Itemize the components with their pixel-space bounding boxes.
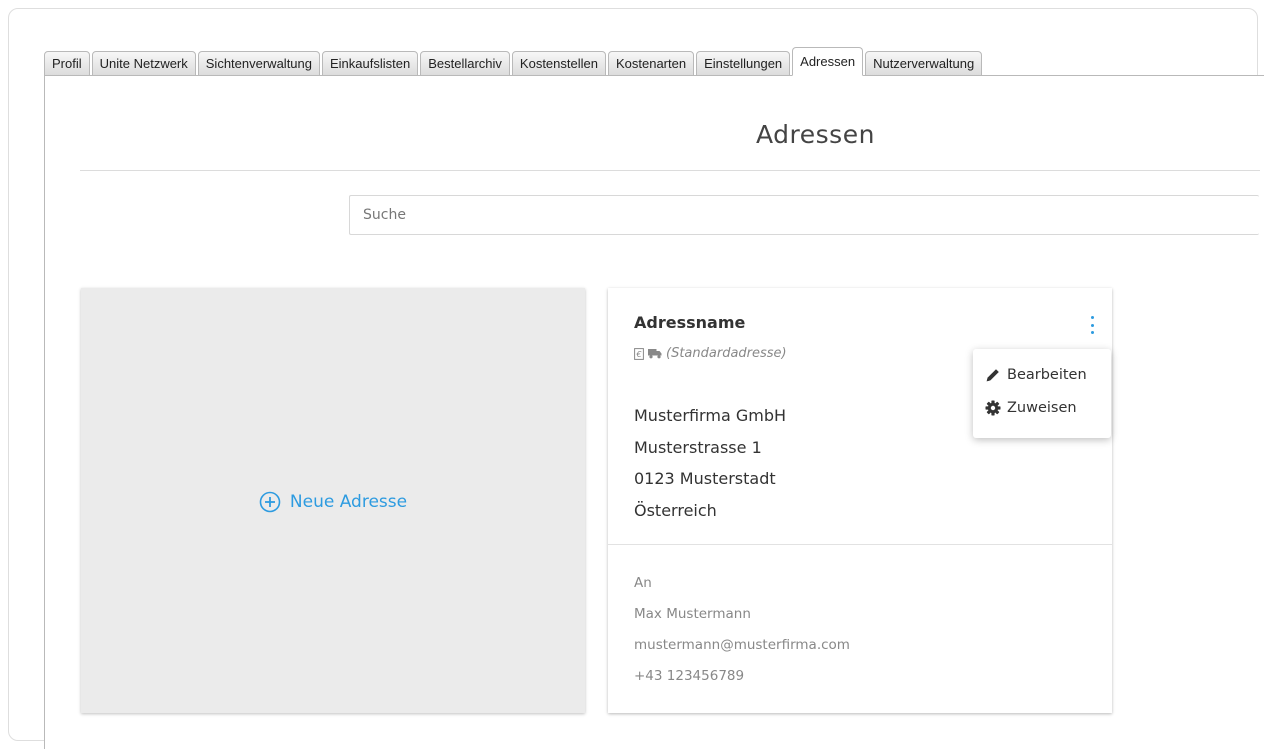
assign-menu-item[interactable]: Zuweisen bbox=[973, 391, 1111, 424]
attention-label: An bbox=[634, 575, 652, 591]
assign-menu-label: Zuweisen bbox=[1007, 399, 1077, 416]
invoice-icon: € bbox=[634, 347, 644, 360]
card-divider bbox=[608, 544, 1112, 545]
edit-menu-label: Bearbeiten bbox=[1007, 366, 1087, 383]
search-input[interactable] bbox=[349, 195, 1259, 235]
tab-nutzerverwaltung[interactable]: Nutzerverwaltung bbox=[865, 51, 983, 76]
tab-unite-netzwerk[interactable]: Unite Netzwerk bbox=[91, 51, 196, 76]
address-city: 0123 Musterstadt bbox=[634, 469, 776, 488]
new-address-button[interactable]: Neue Adresse bbox=[259, 491, 407, 513]
address-lines: Musterfirma GmbH Musterstrasse 1 0123 Mu… bbox=[634, 400, 786, 526]
tab-adressen[interactable]: Adressen bbox=[792, 47, 864, 76]
edit-menu-item[interactable]: Bearbeiten bbox=[973, 358, 1111, 391]
tab-sichtenverwaltung[interactable]: Sichtenverwaltung bbox=[197, 51, 320, 76]
more-options-icon[interactable] bbox=[1086, 314, 1098, 336]
svg-text:€: € bbox=[635, 350, 641, 359]
plus-circle-icon bbox=[259, 491, 281, 512]
tab-profil[interactable]: Profil bbox=[44, 51, 90, 76]
contact-block: An Max Mustermann mustermann@musterfirma… bbox=[634, 568, 850, 692]
title-divider bbox=[80, 170, 1260, 171]
new-address-card[interactable]: Neue Adresse bbox=[81, 288, 585, 713]
address-company: Musterfirma GmbH bbox=[634, 406, 786, 425]
address-country: Österreich bbox=[634, 500, 717, 520]
address-name: Adressname bbox=[634, 313, 746, 332]
tab-kostenstellen[interactable]: Kostenstellen bbox=[511, 51, 606, 76]
contact-phone: +43 123456789 bbox=[634, 668, 745, 684]
contact-person: Max Mustermann bbox=[634, 606, 751, 622]
gear-icon bbox=[985, 400, 1001, 415]
address-street: Musterstrasse 1 bbox=[634, 437, 762, 457]
tab-einstellungen[interactable]: Einstellungen bbox=[696, 51, 791, 76]
default-address-label: (Standardadresse) bbox=[666, 346, 787, 361]
pencil-icon bbox=[986, 368, 999, 381]
address-badges: € (Standardadresse) bbox=[634, 346, 787, 361]
tab-bar: Profil Unite Netzwerk Sichtenverwaltung … bbox=[44, 44, 983, 76]
tab-kostenarten[interactable]: Kostenarten bbox=[607, 51, 695, 76]
new-address-label: Neue Adresse bbox=[289, 491, 408, 512]
address-context-menu: Bearbeiten Zuweisen bbox=[973, 349, 1111, 438]
tab-bestellarchiv[interactable]: Bestellarchiv bbox=[420, 51, 510, 76]
truck-icon bbox=[648, 348, 662, 359]
page-title: Adressen bbox=[756, 120, 875, 149]
tab-einkaufslisten[interactable]: Einkaufslisten bbox=[322, 51, 419, 76]
contact-email: mustermann@musterfirma.com bbox=[634, 637, 850, 653]
